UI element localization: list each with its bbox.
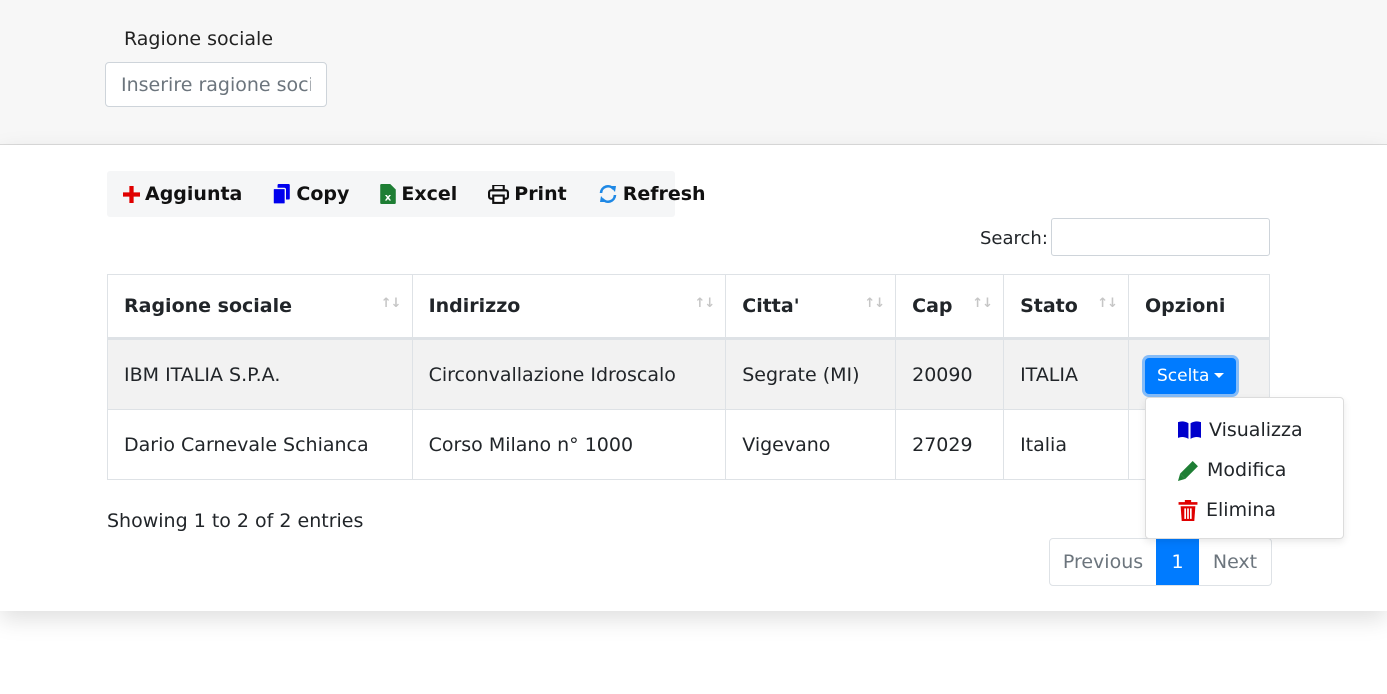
copy-icon — [273, 184, 291, 204]
table-header-row: Ragione sociale ↑↓ Indirizzo ↑↓ Citta' ↑… — [107, 274, 1271, 340]
print-icon — [488, 184, 510, 204]
menu-item-label: Elimina — [1206, 499, 1277, 521]
sort-icon: ↑↓ — [972, 296, 993, 311]
table-info-text: Showing 1 to 2 of 2 entries — [107, 510, 364, 532]
pagination-page-1[interactable]: 1 — [1156, 539, 1199, 585]
menu-item-modifica[interactable]: Modifica — [1146, 450, 1343, 490]
refresh-button-label: Refresh — [622, 183, 706, 205]
search-input[interactable] — [1051, 218, 1270, 256]
pagination: Previous 1 Next — [1049, 538, 1272, 586]
svg-text:x: x — [385, 193, 392, 204]
table-row: Dario Carnevale Schianca Corso Milano n°… — [107, 409, 1271, 480]
menu-item-label: Visualizza — [1209, 419, 1303, 441]
table-cell: 20090 — [895, 338, 1005, 410]
table-cell: ITALIA — [1003, 338, 1129, 410]
excel-icon: x — [380, 184, 397, 204]
copy-button-label: Copy — [296, 183, 350, 205]
pagination-previous[interactable]: Previous — [1050, 539, 1156, 585]
book-icon — [1178, 421, 1201, 439]
table-cell: Vigevano — [725, 409, 897, 480]
search-label: Search: — [980, 228, 1048, 249]
table-cell: Corso Milano n° 1000 — [411, 409, 727, 480]
print-button[interactable]: Print — [472, 171, 581, 217]
column-header-label: Citta' — [742, 295, 800, 317]
add-button-label: Aggiunta — [145, 183, 243, 205]
print-button-label: Print — [514, 183, 567, 205]
filter-label: Ragione sociale — [124, 28, 274, 50]
trash-icon — [1178, 499, 1198, 521]
column-header-label: Cap — [912, 295, 953, 317]
scelta-button-label: Scelta — [1156, 365, 1210, 386]
refresh-button[interactable]: Refresh — [582, 171, 721, 217]
menu-item-elimina[interactable]: Elimina — [1146, 490, 1343, 530]
export-toolbar: Aggiunta Copy x Excel Print Refresh — [107, 171, 706, 217]
column-header-stato[interactable]: Stato ↑↓ — [1003, 274, 1129, 340]
excel-button[interactable]: x Excel — [364, 171, 472, 217]
sort-icon: ↑↓ — [1097, 296, 1118, 311]
column-header-label: Indirizzo — [428, 295, 521, 317]
results-table: Ragione sociale ↑↓ Indirizzo ↑↓ Citta' ↑… — [107, 274, 1271, 480]
excel-button-label: Excel — [401, 183, 458, 205]
column-header-indirizzo[interactable]: Indirizzo ↑↓ — [411, 274, 727, 340]
pencil-icon — [1178, 460, 1198, 481]
column-header-opzioni: Opzioni — [1127, 274, 1271, 340]
column-header-ragione-sociale[interactable]: Ragione sociale ↑↓ — [107, 274, 413, 340]
column-header-label: Ragione sociale — [124, 295, 293, 317]
column-header-label: Opzioni — [1144, 295, 1226, 317]
scelta-dropdown-button[interactable]: Scelta — [1144, 357, 1237, 394]
column-header-cap[interactable]: Cap ↑↓ — [895, 274, 1005, 340]
ragione-sociale-filter-input[interactable] — [105, 62, 327, 107]
pagination-next[interactable]: Next — [1199, 539, 1271, 585]
menu-item-label: Modifica — [1207, 459, 1287, 481]
plus-icon — [123, 185, 140, 203]
add-button[interactable]: Aggiunta — [107, 171, 257, 217]
menu-item-visualizza[interactable]: Visualizza — [1146, 410, 1343, 450]
table-cell: Circonvallazione Idroscalo — [411, 338, 727, 410]
table-cell: 27029 — [895, 409, 1005, 480]
column-header-label: Stato — [1020, 295, 1078, 317]
sort-icon: ↑↓ — [864, 296, 885, 311]
sort-icon: ↑↓ — [380, 296, 402, 311]
table-row: IBM ITALIA S.P.A. Circonvallazione Idros… — [107, 338, 1271, 410]
table-cell: Dario Carnevale Schianca — [107, 409, 413, 480]
copy-button[interactable]: Copy — [257, 171, 364, 217]
sort-icon: ↑↓ — [694, 296, 715, 311]
refresh-icon — [599, 185, 616, 203]
column-header-citta[interactable]: Citta' ↑↓ — [725, 274, 897, 340]
table-cell: Segrate (MI) — [725, 338, 897, 410]
options-dropdown-menu: Visualizza Modifica Elimina — [1145, 397, 1344, 539]
caret-down-icon — [1214, 373, 1225, 378]
table-cell: IBM ITALIA S.P.A. — [107, 338, 413, 410]
table-cell: Italia — [1003, 409, 1129, 480]
